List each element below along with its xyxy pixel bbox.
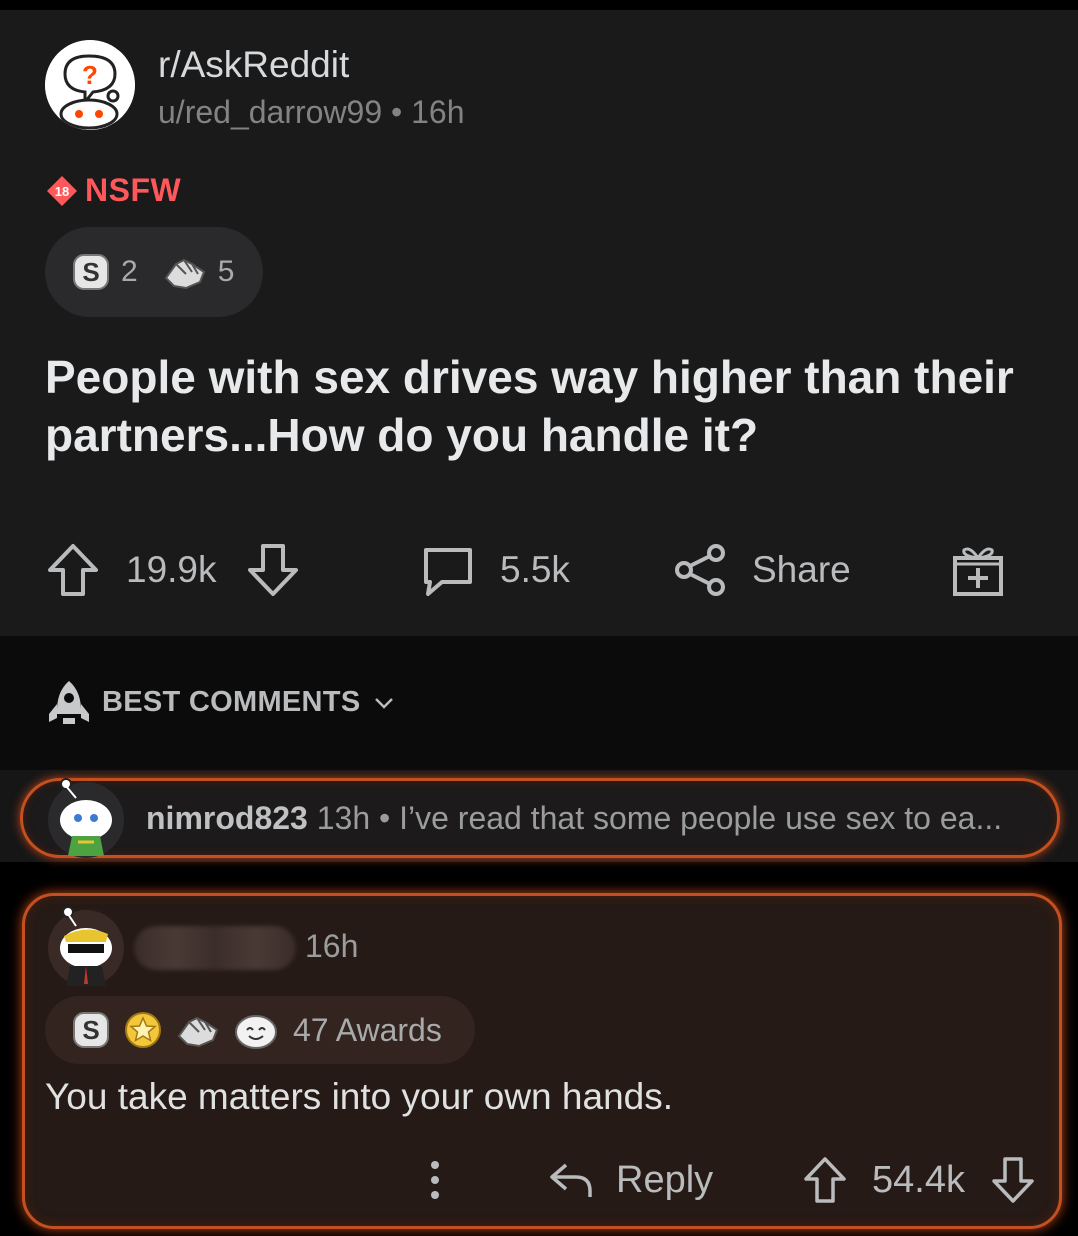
meta-separator: • (391, 94, 403, 130)
upvote-arrow-icon (48, 544, 98, 596)
nsfw-label: NSFW (85, 172, 182, 208)
downvote-arrow-icon (248, 544, 298, 596)
chevron-down-icon[interactable] (374, 696, 394, 710)
comment-author-redacted (134, 926, 296, 970)
silver-award-count: 2 (121, 255, 138, 288)
vertical-dots-icon (431, 1161, 439, 1199)
post-age: 16h (411, 94, 465, 130)
comment-downvote-button[interactable] (990, 1152, 1036, 1208)
helpful-award-count: 5 (217, 255, 235, 288)
sort-label[interactable]: BEST COMMENTS (102, 686, 360, 719)
svg-text:S: S (82, 257, 99, 287)
share-label: Share (752, 549, 851, 590)
reply-button[interactable]: Reply (548, 1152, 713, 1208)
wholesome-award-icon (235, 1015, 277, 1049)
post-meta: u/red_darrow99 • 16h (158, 94, 465, 131)
comment-awards[interactable]: S 47 Awards (45, 996, 475, 1064)
helpful-award-icon (164, 258, 205, 290)
collapsed-comment-author[interactable]: nimrod823 (146, 800, 308, 836)
subreddit-avatar[interactable]: ? (45, 40, 135, 130)
rocket-icon (49, 681, 89, 724)
downvote-button[interactable] (246, 540, 300, 600)
collapsed-comment-preview: I’ve read that some people use sex to ea… (399, 800, 1003, 836)
comment-count: 5.5k (500, 549, 570, 590)
helpful-award-icon (177, 1016, 219, 1048)
reply-arrow-icon (550, 1163, 592, 1197)
svg-text:18: 18 (55, 184, 69, 199)
upvote-arrow-icon (804, 1157, 846, 1203)
reply-label: Reply (616, 1158, 714, 1201)
silver-award-icon: S (73, 1012, 109, 1048)
comment-bubble-icon (424, 548, 472, 596)
comment-body: You take matters into your own hands. (45, 1076, 674, 1117)
user-avatar-sunglasses-icon[interactable] (46, 904, 126, 986)
svg-text:S: S (82, 1015, 99, 1045)
share-button[interactable]: Share (672, 540, 851, 600)
post-score: 19.9k (126, 549, 217, 590)
comment-score: 54.4k (872, 1158, 965, 1201)
gold-award-icon (125, 1012, 161, 1048)
user-avatar-snoo-icon[interactable] (46, 776, 126, 858)
comment-age: 16h (305, 928, 359, 964)
collapsed-comment-separator: • (379, 800, 391, 836)
post-title[interactable]: People with sex drives way higher than t… (45, 348, 1025, 464)
svg-text:?: ? (82, 60, 98, 90)
give-award-button[interactable] (950, 540, 1006, 600)
gift-box-icon (953, 547, 1003, 596)
subreddit-name[interactable]: r/AskReddit (158, 44, 349, 86)
post-action-bar: 19.9k 5.5k Share (0, 540, 1078, 600)
nsfw-badge-icon: 18 (47, 175, 77, 206)
share-icon (675, 544, 725, 596)
upvote-button[interactable] (46, 540, 100, 600)
askreddit-icon: ? (45, 40, 135, 130)
downvote-arrow-icon (992, 1157, 1034, 1203)
comments-button[interactable]: 5.5k (420, 540, 570, 600)
comment-awards-label: 47 Awards (293, 1011, 442, 1048)
comment-upvote-button[interactable] (802, 1152, 848, 1208)
post-awards[interactable]: S 2 5 (45, 227, 263, 317)
collapsed-comment-text: nimrod823 13h • I’ve read that some peop… (146, 800, 1002, 837)
collapsed-comment-age: 13h (316, 800, 371, 836)
nsfw-tag: 18 NSFW (45, 172, 181, 209)
post-author[interactable]: u/red_darrow99 (158, 94, 382, 130)
silver-award-icon: S (73, 254, 109, 290)
comment-more-options-button[interactable] (424, 1152, 446, 1208)
